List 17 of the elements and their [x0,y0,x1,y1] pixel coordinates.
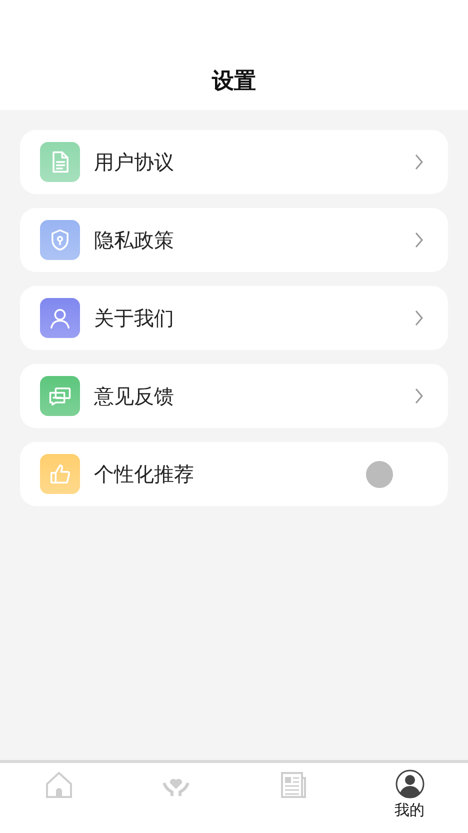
settings-item[interactable]: 意见反馈 [20,364,448,428]
profile-icon [394,769,424,799]
settings-item[interactable]: 用户协议 [20,130,448,194]
chevron-right-icon [414,387,424,405]
settings-item[interactable]: 隐私政策 [20,208,448,272]
chevron-right-icon [414,231,424,249]
chevron-right-icon [414,309,424,327]
item-label: 隐私政策 [94,226,175,254]
item-label: 关于我们 [94,304,175,332]
settings-item[interactable]: 关于我们 [20,286,448,350]
item-label: 用户协议 [94,148,175,176]
item-label: 意见反馈 [94,382,175,410]
tab-label: 我的 [394,801,424,820]
settings-item[interactable]: 个性化推荐 [20,442,448,506]
item-label: 个性化推荐 [94,460,195,488]
page-title: 设置 [212,68,256,96]
chevron-right-icon [414,153,424,171]
